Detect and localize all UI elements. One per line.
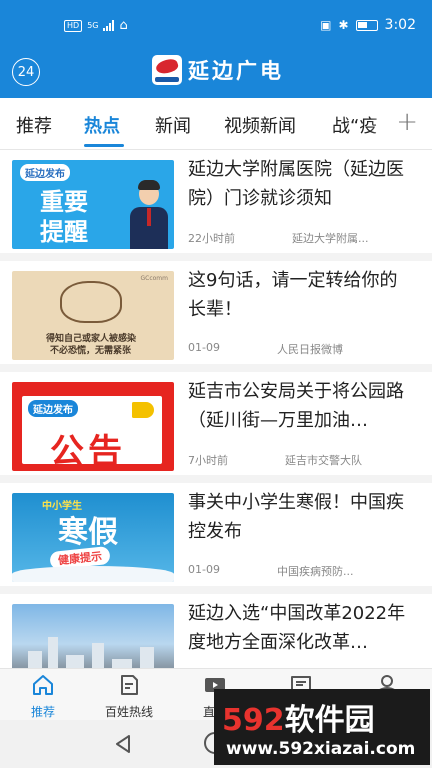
thumb-text: 寒假 xyxy=(58,515,118,550)
sketch-figure xyxy=(60,281,122,323)
timer-badge-button[interactable]: 24 xyxy=(12,58,40,86)
news-title: 事关中小学生寒假！中国疾控发布 xyxy=(188,492,404,542)
news-item[interactable]: GCcomm 得知自己或家人被感染 不必恐慌，无需紧张 这9句话，请一定转给你的… xyxy=(0,261,432,372)
megaphone-icon xyxy=(132,402,154,418)
wifi-icon: ⌂ xyxy=(119,18,128,33)
nav-label: 百姓热线 xyxy=(104,705,153,719)
news-time: 01-09 xyxy=(188,341,220,354)
news-thumbnail: 中小学生 寒假 健康提示 xyxy=(12,493,174,582)
news-source: 延吉市交警大队 xyxy=(285,454,362,467)
network-status: HD 5G ⌂ xyxy=(64,18,128,33)
news-title: 延吉市公安局关于将公园路（延川街—万里加油… xyxy=(188,381,404,431)
thumb-caption: 不必恐慌，无需紧张 xyxy=(50,346,132,356)
news-thumbnail: 延边发布 公告 xyxy=(12,382,174,471)
news-item[interactable]: 延边发布 重要 提醒 延边大学附属医院（延边医院）门诊就诊须知 22小时前 延边… xyxy=(0,150,432,261)
home-icon xyxy=(33,675,53,695)
battery-icon xyxy=(355,19,378,31)
news-time: 01-09 xyxy=(188,563,220,576)
document-icon xyxy=(121,675,138,695)
status-bar: HD 5G ⌂ ▣ ✱ 3:02 xyxy=(0,0,432,50)
news-thumbnail: 延边发布 重要 提醒 xyxy=(12,160,174,249)
thumb-text: 公告 xyxy=(50,432,126,471)
news-time: 22小时前 xyxy=(188,232,235,245)
add-channel-icon[interactable]: + xyxy=(396,107,418,137)
clock: 3:02 xyxy=(384,17,416,33)
system-status: ▣ ✱ 3:02 xyxy=(320,17,416,33)
news-thumbnail xyxy=(12,604,174,674)
hd-badge: HD xyxy=(64,19,83,32)
news-feed: 延边发布 重要 提醒 延边大学附属医院（延边医院）门诊就诊须知 22小时前 延边… xyxy=(0,150,432,674)
logo-icon xyxy=(152,55,182,85)
active-tab-indicator xyxy=(84,144,124,147)
watermark-text: 软件园 xyxy=(284,703,375,738)
watermark-number: 592 xyxy=(222,703,285,738)
network-gen: 5G xyxy=(87,21,99,30)
thumb-text: 提醒 xyxy=(40,218,88,246)
news-source: 中国疾病预防... xyxy=(277,565,354,578)
nav-hotline[interactable]: 百姓热线 xyxy=(86,669,172,721)
nav-recommend[interactable]: 推荐 xyxy=(0,669,86,721)
news-item[interactable]: 延边发布 公告 延吉市公安局关于将公园路（延川街—万里加油… 7小时前 延吉市交… xyxy=(0,372,432,483)
notice-board: 延边发布 公告 xyxy=(22,396,162,471)
nfc-icon: ▣ xyxy=(320,18,332,32)
tab-video-news[interactable]: 视频新闻 xyxy=(224,112,296,138)
thumb-watermark: GCcomm xyxy=(140,275,169,282)
app-logo: 延边广电 xyxy=(152,55,284,85)
news-source: 人民日报微博 xyxy=(277,343,343,356)
news-source: 延边大学附属... xyxy=(292,232,369,245)
tab-news[interactable]: 新闻 xyxy=(155,112,191,138)
news-title: 这9句话，请一定转给你的长辈！ xyxy=(188,270,398,320)
news-title: 延边入选“中国改革2022年度地方全面深化改革… xyxy=(188,603,406,653)
app-header: 24 延边广电 xyxy=(0,50,432,98)
site-watermark: 592软件园 www.592xiazai.com xyxy=(214,689,430,765)
category-tabs: 推荐 热点 新闻 视频新闻 战“疫 + xyxy=(0,98,432,150)
snow-ground xyxy=(12,566,174,582)
news-time: 7小时前 xyxy=(188,454,228,467)
news-item[interactable]: 延边入选“中国改革2022年度地方全面深化改革… xyxy=(0,594,432,674)
watermark-logo: 592软件园 xyxy=(222,695,375,739)
watermark-url: www.592xiazai.com xyxy=(226,739,416,759)
news-title: 延边大学附属医院（延边医院）门诊就诊须知 xyxy=(188,159,404,209)
signal-icon xyxy=(103,20,115,31)
thumb-tag: 延边发布 xyxy=(20,164,70,181)
tab-recommend[interactable]: 推荐 xyxy=(16,112,52,138)
tab-hot[interactable]: 热点 xyxy=(84,112,120,138)
back-icon[interactable] xyxy=(114,734,134,754)
app-title: 延边广电 xyxy=(188,59,284,83)
bluetooth-icon: ✱ xyxy=(338,18,349,32)
timer-badge-label: 24 xyxy=(17,64,35,80)
news-item[interactable]: 中小学生 寒假 健康提示 事关中小学生寒假！中国疾控发布 01-09 中国疾病预… xyxy=(0,483,432,594)
news-thumbnail: GCcomm 得知自己或家人被感染 不必恐慌，无需紧张 xyxy=(12,271,174,360)
nav-label: 推荐 xyxy=(30,705,55,719)
thumb-tag: 延边发布 xyxy=(28,400,78,417)
presenter-figure xyxy=(130,179,168,249)
